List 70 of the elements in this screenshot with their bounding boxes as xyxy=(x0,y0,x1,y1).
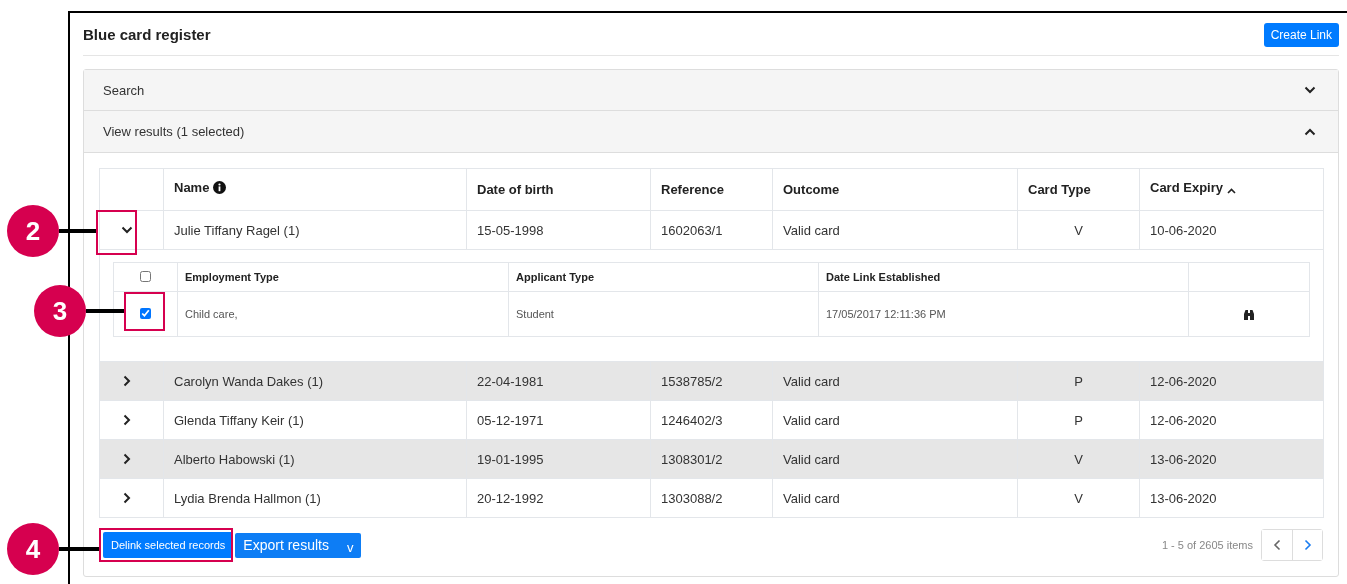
column-header[interactable]: Card Expiry xyxy=(1150,180,1223,195)
table-cell: Carolyn Wanda Dakes (1) xyxy=(174,373,324,389)
table-cell: Child care, xyxy=(185,308,238,320)
table-cell: 17/05/2017 12:11:36 PM xyxy=(826,308,946,320)
table-cell: 1538785/2 xyxy=(661,373,723,389)
table-cell: 13-06-2020 xyxy=(1150,490,1217,506)
sort-up-icon[interactable] xyxy=(1227,188,1236,194)
export-button[interactable]: Export results v xyxy=(235,532,362,558)
column-header: Date Link Established xyxy=(826,271,941,283)
table-cell: P xyxy=(1074,373,1083,389)
table-cell: Valid card xyxy=(783,490,840,506)
table-cell: 1246402/3 xyxy=(661,412,723,428)
table-cell: Valid card xyxy=(783,373,840,389)
callout-highlight xyxy=(124,292,165,331)
column-header: Applicant Type xyxy=(516,271,595,283)
table-cell: P xyxy=(1074,412,1083,428)
accordion-header[interactable]: Search xyxy=(84,70,1338,111)
table-cell: 1303088/2 xyxy=(661,490,723,506)
chevron-right-icon xyxy=(123,414,131,426)
create-link-button[interactable]: Create Link xyxy=(1263,23,1339,47)
page-title: Blue card register xyxy=(83,25,211,43)
table-cell: V xyxy=(1074,222,1083,238)
binoculars-icon[interactable] xyxy=(1243,308,1255,321)
chevron-right-icon xyxy=(123,453,131,465)
column-header[interactable]: Card Type xyxy=(1028,182,1091,197)
table-cell: 15-05-1998 xyxy=(477,222,544,238)
callout-number: 2 xyxy=(7,205,59,257)
callout-number: 3 xyxy=(34,285,86,337)
table-cell: Valid card xyxy=(783,222,840,238)
row-checkbox[interactable] xyxy=(140,307,151,319)
callout-number: 4 xyxy=(7,523,59,575)
chevron-right-icon xyxy=(123,375,131,387)
table-cell: Julie Tiffany Ragel (1) xyxy=(174,222,300,238)
table-cell: 10-06-2020 xyxy=(1150,222,1217,238)
column-header[interactable]: Date of birth xyxy=(477,182,554,197)
table-cell: 19-01-1995 xyxy=(477,451,544,467)
table-cell: Student xyxy=(516,308,554,320)
pagination-summary: 1 - 5 of 2605 items xyxy=(1161,539,1253,551)
chevron-up-icon xyxy=(1304,127,1316,136)
chevron-down-icon xyxy=(121,226,133,234)
table-cell: Alberto Habowski (1) xyxy=(174,451,295,467)
table-cell: Valid card xyxy=(783,412,840,428)
table-cell: V xyxy=(1074,451,1083,467)
table-cell: V xyxy=(1074,490,1083,506)
table-cell: Glenda Tiffany Keir (1) xyxy=(174,412,304,428)
info-icon[interactable] xyxy=(213,181,227,194)
delink-button[interactable]: Delink selected records xyxy=(103,532,234,558)
table-cell: 12-06-2020 xyxy=(1150,373,1217,389)
column-header[interactable]: Outcome xyxy=(783,182,840,197)
table-cell: 05-12-1971 xyxy=(477,412,544,428)
callout-highlight xyxy=(96,210,137,255)
column-header[interactable]: Name xyxy=(174,180,210,195)
table-cell: 20-12-1992 xyxy=(477,490,544,506)
chevron-right-icon xyxy=(1303,539,1312,551)
chevron-left-icon xyxy=(1273,539,1281,551)
accordion-header[interactable]: View results (1 selected) xyxy=(84,111,1338,153)
chevron-down-icon xyxy=(1304,86,1316,94)
table-cell: Valid card xyxy=(783,451,840,467)
select-all-checkbox[interactable] xyxy=(140,270,151,282)
table-cell: 1602063/1 xyxy=(661,222,723,238)
table-cell: 12-06-2020 xyxy=(1150,412,1217,428)
accordion-title: View results (1 selected) xyxy=(103,124,245,139)
table-cell: 22-04-1981 xyxy=(477,373,544,389)
accordion-title: Search xyxy=(103,82,145,98)
column-header: Employment Type xyxy=(185,271,279,283)
table-cell: 1308301/2 xyxy=(661,451,723,467)
table-cell: 13-06-2020 xyxy=(1150,451,1217,467)
column-header[interactable]: Reference xyxy=(661,182,724,197)
chevron-right-icon xyxy=(123,492,131,504)
table-cell: Lydia Brenda Hallmon (1) xyxy=(174,490,321,506)
